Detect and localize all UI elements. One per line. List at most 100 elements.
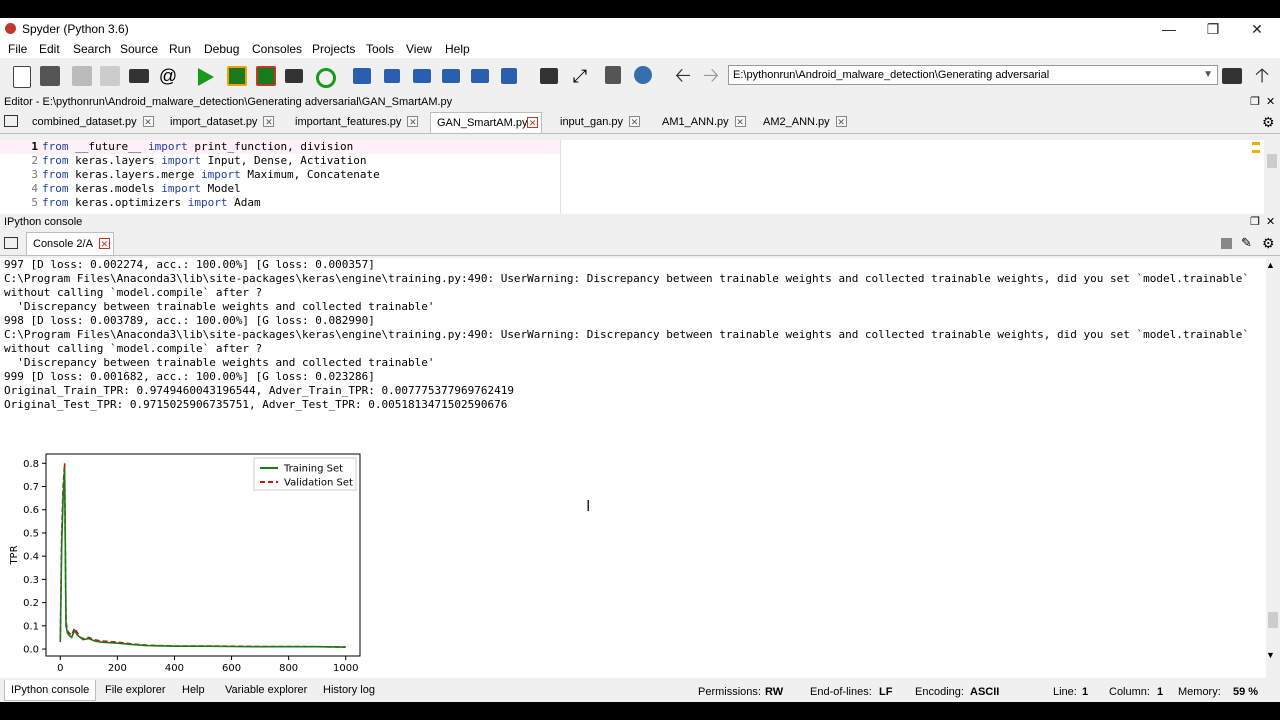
menu-file[interactable]: File	[8, 42, 27, 56]
scrollbar-thumb[interactable]	[1267, 154, 1277, 168]
close-icon[interactable]: ✕	[1242, 20, 1272, 38]
menu-view[interactable]: View	[406, 42, 432, 56]
tab-console-2a[interactable]: Console 2/A ✕	[26, 232, 114, 255]
run-selection-icon[interactable]	[285, 69, 303, 83]
spyder-logo-icon	[5, 23, 16, 34]
line-number: 1	[31, 140, 38, 153]
tab-close-icon[interactable]: ✕	[142, 116, 154, 127]
console-line: without calling `model.compile` after ?	[4, 286, 263, 299]
menu-edit[interactable]: Edit	[39, 42, 60, 56]
tab-label: input_gan.py	[560, 116, 623, 128]
scroll-up-icon[interactable]: ▲	[1266, 260, 1275, 270]
y-tick-label: 0.7	[23, 482, 39, 493]
stop-kernel-icon[interactable]	[1221, 238, 1232, 249]
tab-history-log[interactable]: History log	[317, 680, 381, 700]
tab-close-icon[interactable]: ✕	[629, 116, 640, 127]
menu-debug[interactable]: Debug	[204, 42, 239, 56]
y-tick-label: 0.2	[23, 598, 39, 609]
tab-ipython-console[interactable]: IPython console	[4, 680, 97, 701]
back-arrow-icon[interactable]: 🡠	[673, 66, 693, 86]
close-pane-icon[interactable]: ✕	[1266, 94, 1275, 110]
tab-am1-ann[interactable]: AM1_ANN.py ✕	[656, 112, 749, 133]
browse-tabs-icon[interactable]	[4, 237, 18, 249]
save-icon[interactable]	[72, 66, 92, 86]
tab-close-icon[interactable]: ✕	[407, 116, 419, 127]
restore-icon[interactable]: ❐	[1198, 20, 1228, 38]
status-memory-label: Memory:	[1178, 686, 1221, 698]
menu-tools[interactable]: Tools	[366, 42, 394, 56]
python-path-icon[interactable]	[634, 66, 652, 84]
maximize-pane-icon[interactable]	[540, 68, 558, 84]
run-cell-advance-icon[interactable]	[256, 66, 276, 86]
step-into-icon[interactable]	[413, 69, 431, 83]
step-return-icon[interactable]	[442, 69, 460, 83]
menu-search[interactable]: Search	[73, 42, 111, 56]
save-all-icon[interactable]	[100, 66, 120, 86]
line-number: 4	[31, 182, 38, 195]
gear-icon[interactable]: ⚙	[1262, 235, 1275, 252]
keyword: import	[161, 182, 201, 195]
chart-legend: Training Set Validation Set	[253, 457, 357, 491]
console-line: Original_Train_TPR: 0.9749460043196544, …	[4, 384, 514, 397]
menu-run[interactable]: Run	[169, 42, 191, 56]
tab-important-features[interactable]: important_features.py ✕	[289, 112, 421, 133]
list-icon[interactable]	[129, 69, 149, 83]
keyword: from	[42, 168, 69, 181]
scrollbar-thumb[interactable]	[1268, 612, 1278, 628]
debug-icon[interactable]	[353, 68, 371, 84]
parent-directory-icon[interactable]: 🡡	[1252, 66, 1272, 86]
tab-close-icon[interactable]: ✕	[835, 116, 847, 127]
at-icon[interactable]: @	[158, 66, 178, 86]
tab-am2-ann[interactable]: AM2_ANN.py ✕	[757, 112, 850, 133]
preferences-wrench-icon[interactable]	[605, 66, 621, 84]
menu-help[interactable]: Help	[445, 42, 470, 56]
editor-scrollbar[interactable]	[1264, 140, 1280, 224]
warning-marker	[1252, 142, 1260, 145]
menu-source[interactable]: Source	[120, 42, 158, 56]
code-line: 1 from __future__ import print_function,…	[0, 140, 600, 154]
scroll-down-icon[interactable]: ▼	[1266, 650, 1275, 660]
tab-help[interactable]: Help	[176, 680, 211, 700]
working-directory-value: E:\pythonrun\Android_malware_detection\G…	[733, 69, 1050, 81]
browse-folder-icon[interactable]	[1222, 68, 1242, 84]
clear-console-icon[interactable]: ✎	[1241, 235, 1252, 251]
tab-close-icon[interactable]: ✕	[98, 238, 110, 249]
tab-close-icon[interactable]: ✕	[734, 116, 746, 127]
tab-variable-explorer[interactable]: Variable explorer	[219, 680, 313, 700]
run-cell-icon[interactable]	[227, 66, 247, 86]
menu-projects[interactable]: Projects	[312, 42, 355, 56]
code-line: 4 from keras.models import Model	[0, 182, 600, 196]
continue-icon[interactable]	[471, 69, 489, 83]
run-icon[interactable]	[198, 68, 214, 86]
chevron-down-icon[interactable]: ▼	[1203, 66, 1213, 84]
rerun-icon[interactable]	[316, 68, 336, 88]
working-directory-input[interactable]: E:\pythonrun\Android_malware_detection\G…	[728, 65, 1218, 85]
tab-gan-smartam[interactable]: GAN_SmartAM.py ✕	[430, 112, 542, 133]
menu-consoles[interactable]: Consoles	[252, 42, 302, 56]
tab-input-gan[interactable]: input_gan.py ✕	[554, 112, 643, 133]
gear-icon[interactable]: ⚙	[1262, 114, 1275, 131]
step-icon[interactable]	[384, 69, 400, 83]
ipython-console-output[interactable]: 997 [D loss: 0.002274, acc.: 100.00%] [G…	[0, 258, 1266, 678]
fullscreen-icon[interactable]: ⤢	[570, 66, 590, 86]
browse-tabs-icon[interactable]	[4, 115, 18, 127]
minimize-icon[interactable]: —	[1154, 20, 1184, 38]
open-folder-icon[interactable]	[40, 66, 60, 86]
undock-icon[interactable]: ❐	[1250, 214, 1260, 230]
y-axis-label: TPR	[9, 545, 20, 565]
legend-label: Training Set	[283, 464, 343, 475]
tab-combined-dataset[interactable]: combined_dataset.py ✕	[26, 112, 157, 133]
undock-icon[interactable]: ❐	[1250, 94, 1260, 110]
code-editor[interactable]: 1 from __future__ import print_function,…	[0, 140, 1280, 224]
code-rest: Maximum, Concatenate	[240, 168, 380, 181]
new-file-icon[interactable]	[13, 66, 31, 88]
tab-close-icon[interactable]: ✕	[527, 117, 538, 128]
stop-icon[interactable]	[501, 68, 517, 84]
tab-close-icon[interactable]: ✕	[263, 116, 275, 127]
tab-import-dataset[interactable]: import_dataset.py ✕	[164, 112, 277, 133]
forward-arrow-icon[interactable]: 🡢	[701, 66, 721, 86]
close-pane-icon[interactable]: ✕	[1266, 214, 1275, 230]
text-cursor-icon: I	[586, 498, 591, 515]
console-scrollbar[interactable]: ▲ ▼	[1266, 258, 1280, 678]
tab-file-explorer[interactable]: File explorer	[99, 680, 172, 700]
